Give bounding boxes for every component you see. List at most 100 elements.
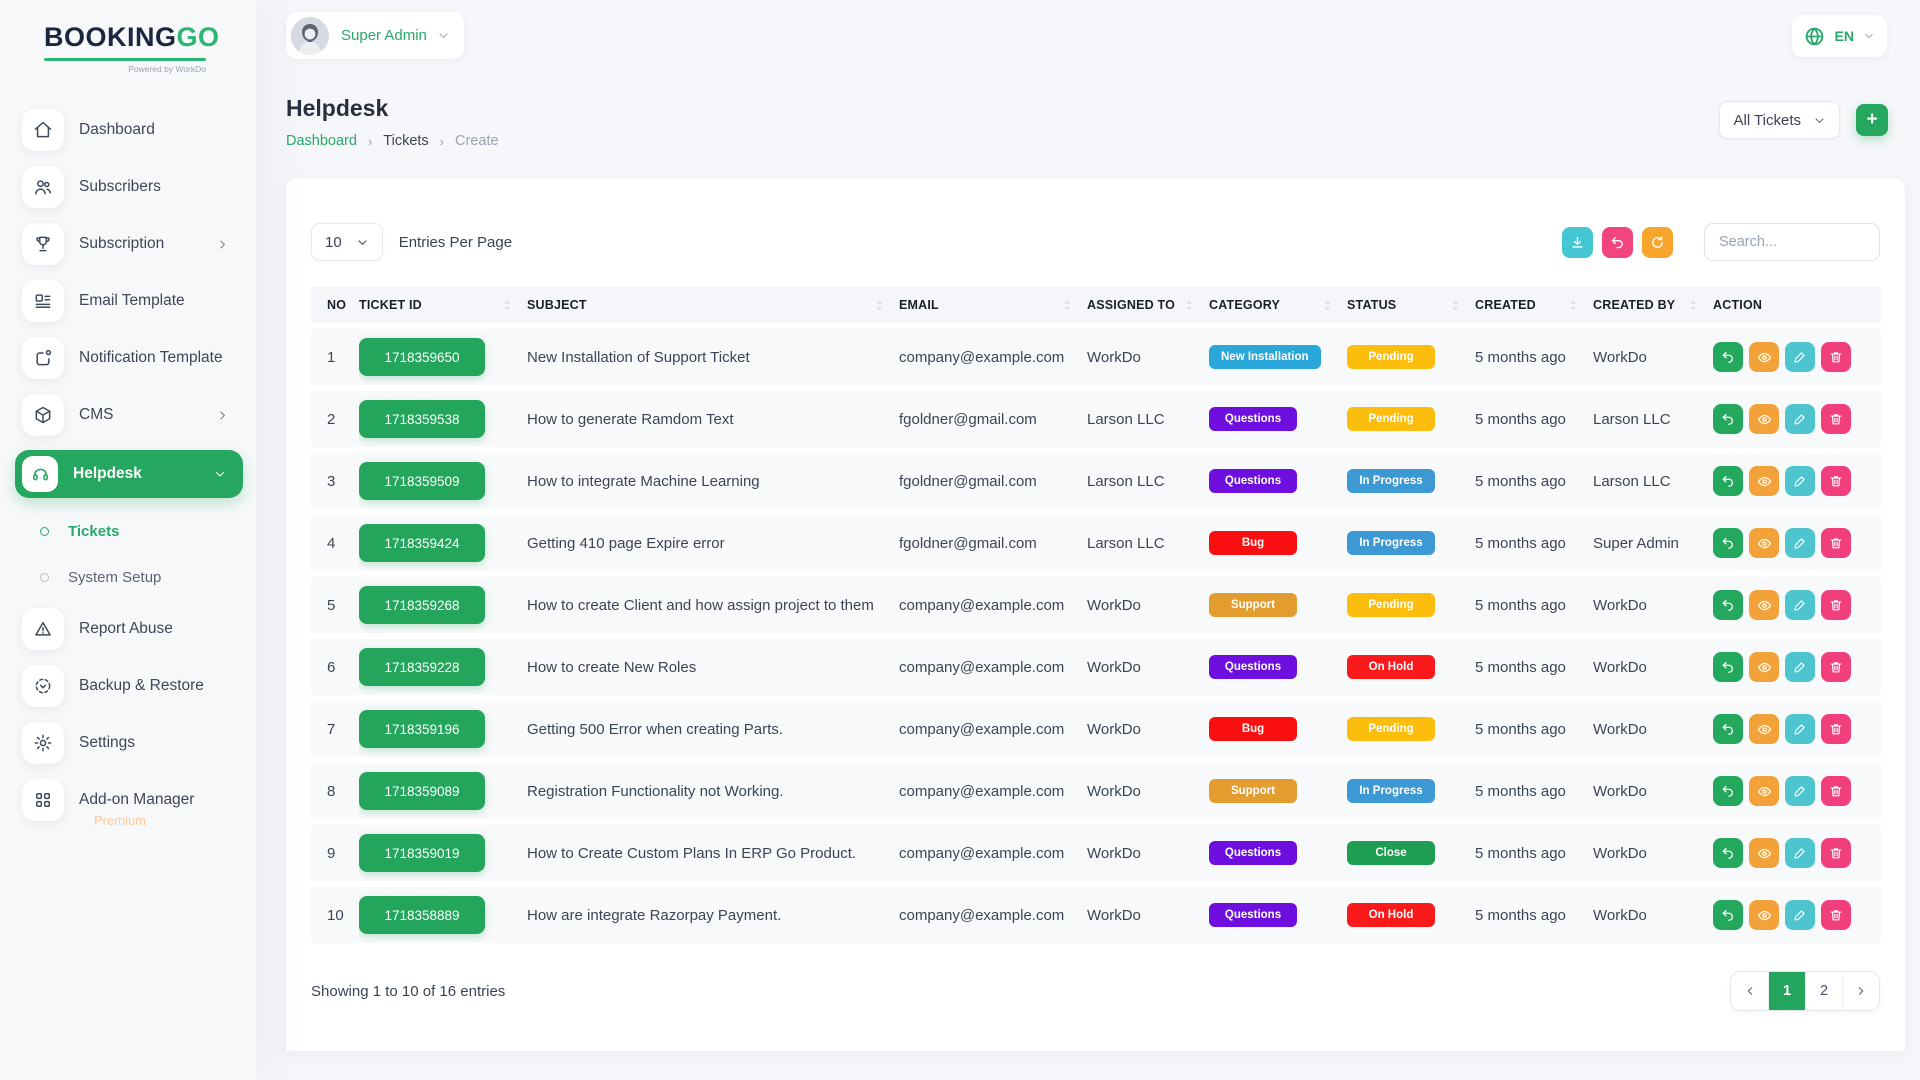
- reply-button[interactable]: [1713, 528, 1743, 558]
- sidebar-subitem-system-setup[interactable]: System Setup: [15, 557, 256, 597]
- sidebar-item-helpdesk[interactable]: Helpdesk: [15, 450, 243, 498]
- edit-button[interactable]: [1785, 652, 1815, 682]
- ticket-id-badge[interactable]: 1718359509: [359, 462, 485, 500]
- breadcrumb-create: Create: [455, 133, 499, 149]
- sidebar-item-backup-restore[interactable]: Backup & Restore: [15, 664, 243, 708]
- ticket-id-badge[interactable]: 1718359268: [359, 586, 485, 624]
- cell-created-by: Super Admin: [1593, 515, 1713, 577]
- view-button[interactable]: [1749, 590, 1779, 620]
- delete-button[interactable]: [1821, 714, 1851, 744]
- delete-button[interactable]: [1821, 838, 1851, 868]
- sidebar-item-cms[interactable]: CMS: [15, 393, 243, 437]
- delete-button[interactable]: [1821, 776, 1851, 806]
- view-button[interactable]: [1749, 776, 1779, 806]
- status-badge: In Progress: [1347, 531, 1435, 555]
- sort-icon[interactable]: [1322, 300, 1339, 311]
- edit-button[interactable]: [1785, 714, 1815, 744]
- view-button[interactable]: [1749, 466, 1779, 496]
- ticket-id-badge[interactable]: 1718358889: [359, 896, 485, 934]
- view-button[interactable]: [1749, 404, 1779, 434]
- sort-icon[interactable]: [1688, 300, 1705, 311]
- refresh-button[interactable]: [1642, 227, 1673, 258]
- ticket-id-badge[interactable]: 1718359019: [359, 834, 485, 872]
- delete-button[interactable]: [1821, 342, 1851, 372]
- breadcrumb-dashboard[interactable]: Dashboard: [286, 133, 357, 149]
- sort-icon[interactable]: [1450, 300, 1467, 311]
- sidebar-item-subscribers[interactable]: Subscribers: [15, 165, 243, 209]
- sidebar-item-settings[interactable]: Settings: [15, 721, 243, 765]
- reset-button[interactable]: [1602, 227, 1633, 258]
- page-button-1[interactable]: 1: [1768, 972, 1805, 1010]
- ticket-id-badge[interactable]: 1718359228: [359, 648, 485, 686]
- view-button[interactable]: [1749, 838, 1779, 868]
- sort-icon[interactable]: [502, 300, 519, 311]
- edit-button[interactable]: [1785, 342, 1815, 372]
- sidebar-item-email-template[interactable]: Email Template: [15, 279, 243, 323]
- edit-button[interactable]: [1785, 528, 1815, 558]
- view-button[interactable]: [1749, 342, 1779, 372]
- export-button[interactable]: [1562, 227, 1593, 258]
- edit-button[interactable]: [1785, 590, 1815, 620]
- view-button[interactable]: [1749, 652, 1779, 682]
- reply-button[interactable]: [1713, 342, 1743, 372]
- view-button[interactable]: [1749, 528, 1779, 558]
- reply-button[interactable]: [1713, 652, 1743, 682]
- sort-icon[interactable]: [1062, 300, 1079, 311]
- pencil-icon: [1793, 412, 1807, 426]
- sidebar: BOOKINGGO Powered by WorkDo Dashboard Su…: [0, 0, 256, 1080]
- ticket-id-badge[interactable]: 1718359424: [359, 524, 485, 562]
- reply-button[interactable]: [1713, 404, 1743, 434]
- page-button-2[interactable]: 2: [1805, 972, 1842, 1010]
- delete-button[interactable]: [1821, 528, 1851, 558]
- search-input[interactable]: [1704, 223, 1880, 261]
- reply-icon: [1721, 350, 1735, 364]
- edit-button[interactable]: [1785, 900, 1815, 930]
- globe-icon: [1804, 26, 1825, 47]
- user-menu[interactable]: Super Admin: [286, 12, 464, 59]
- reply-button[interactable]: [1713, 466, 1743, 496]
- ticket-filter-select[interactable]: All Tickets: [1719, 101, 1840, 139]
- edit-button[interactable]: [1785, 404, 1815, 434]
- breadcrumb-tickets[interactable]: Tickets: [383, 133, 428, 149]
- reply-button[interactable]: [1713, 900, 1743, 930]
- cell-created: 5 months ago: [1475, 639, 1593, 701]
- sidebar-item-dashboard[interactable]: Dashboard: [15, 108, 243, 152]
- language-selector[interactable]: EN: [1792, 15, 1887, 57]
- reply-button[interactable]: [1713, 714, 1743, 744]
- edit-button[interactable]: [1785, 466, 1815, 496]
- ticket-id-badge[interactable]: 1718359650: [359, 338, 485, 376]
- sort-icon[interactable]: [1568, 300, 1585, 311]
- delete-button[interactable]: [1821, 404, 1851, 434]
- sort-icon[interactable]: [874, 300, 891, 311]
- ticket-id-badge[interactable]: 1718359538: [359, 400, 485, 438]
- delete-button[interactable]: [1821, 900, 1851, 930]
- sidebar-subitem-label: System Setup: [68, 569, 161, 586]
- reply-button[interactable]: [1713, 838, 1743, 868]
- next-page-button[interactable]: [1842, 972, 1879, 1010]
- helpdesk-submenu: Tickets System Setup: [15, 511, 256, 597]
- sidebar-item-notification-template[interactable]: Notification Template: [15, 336, 243, 380]
- home-icon: [22, 109, 64, 151]
- pencil-icon: [1793, 598, 1807, 612]
- sidebar-item-report-abuse[interactable]: Report Abuse: [15, 607, 243, 651]
- sidebar-item-addon-manager[interactable]: Add-on Manager: [15, 778, 243, 822]
- view-button[interactable]: [1749, 714, 1779, 744]
- status-badge: Pending: [1347, 345, 1435, 369]
- sidebar-item-subscription[interactable]: Subscription: [15, 222, 243, 266]
- ticket-id-badge[interactable]: 1718359089: [359, 772, 485, 810]
- brand-logo[interactable]: BOOKINGGO Powered by WorkDo: [0, 18, 256, 74]
- edit-button[interactable]: [1785, 838, 1815, 868]
- entries-per-page-select[interactable]: 10: [311, 223, 383, 261]
- add-ticket-button[interactable]: +: [1856, 104, 1888, 136]
- ticket-id-badge[interactable]: 1718359196: [359, 710, 485, 748]
- sidebar-subitem-tickets[interactable]: Tickets: [15, 511, 256, 551]
- reply-button[interactable]: [1713, 590, 1743, 620]
- prev-page-button[interactable]: [1731, 972, 1768, 1010]
- view-button[interactable]: [1749, 900, 1779, 930]
- sort-icon[interactable]: [1184, 300, 1201, 311]
- delete-button[interactable]: [1821, 466, 1851, 496]
- edit-button[interactable]: [1785, 776, 1815, 806]
- reply-button[interactable]: [1713, 776, 1743, 806]
- delete-button[interactable]: [1821, 590, 1851, 620]
- delete-button[interactable]: [1821, 652, 1851, 682]
